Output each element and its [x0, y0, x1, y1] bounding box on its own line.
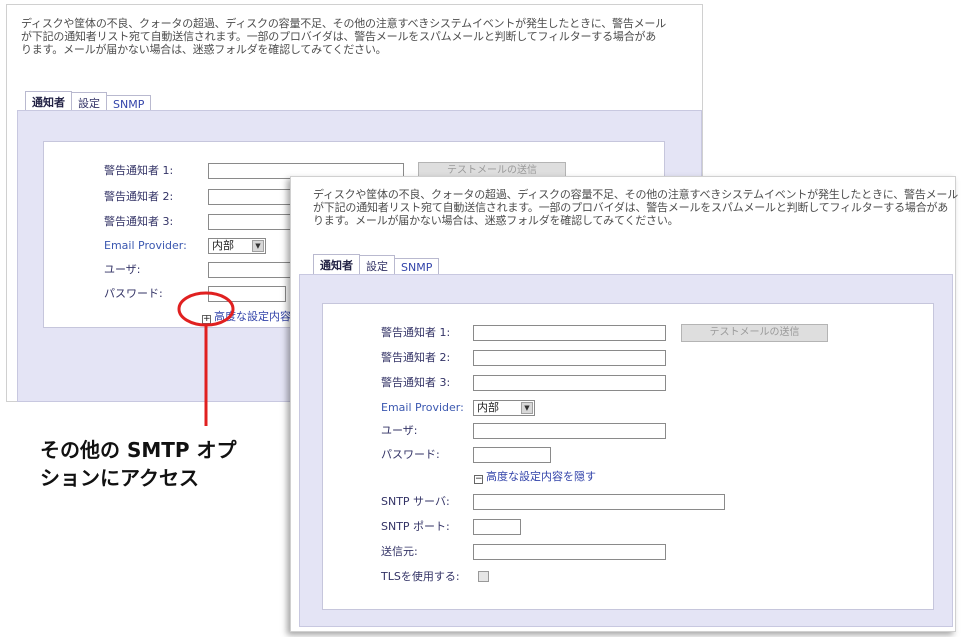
- notifier2-input[interactable]: [473, 350, 666, 366]
- notifier1-label: 警告通知者 1:: [104, 164, 174, 177]
- user-label: ユーザ:: [381, 424, 418, 437]
- user-label: ユーザ:: [104, 263, 141, 276]
- email-provider-label: Email Provider:: [104, 239, 187, 252]
- test-mail-button[interactable]: テストメールの送信: [681, 324, 828, 342]
- email-provider-label: Email Provider:: [381, 401, 464, 414]
- description-line: が下記の通知者リスト宛て自動送信されます。一部のプロバイダは、警告メールをスパム…: [21, 30, 657, 43]
- email-provider-select[interactable]: 内部 ▼: [208, 238, 266, 254]
- notifier3-label: 警告通知者 3:: [104, 215, 174, 228]
- notifier2-label: 警告通知者 2:: [104, 190, 174, 203]
- dropdown-arrow-icon: ▼: [521, 402, 533, 414]
- description-line: ります。メールが届かない場合は、迷惑フォルダを確認してみてください。: [21, 43, 387, 56]
- description-line: ります。メールが届かない場合は、迷惑フォルダを確認してみてください。: [313, 214, 679, 227]
- email-provider-value: 内部: [212, 239, 234, 252]
- notifier3-label: 警告通知者 3:: [381, 376, 451, 389]
- password-input[interactable]: [473, 447, 551, 463]
- description-text: ディスクや筐体の不良、クォータの超過、ディスクの容量不足、その他の注意すべきシス…: [21, 17, 666, 56]
- advanced-settings-toggle[interactable]: − 高度な設定内容を隠す: [474, 470, 596, 484]
- notifier3-input[interactable]: [473, 375, 666, 391]
- advanced-settings-toggle[interactable]: + 高度な設定内容: [202, 310, 291, 324]
- sender-input[interactable]: [473, 544, 666, 560]
- smtp-port-label: SNTP ポート:: [381, 520, 450, 533]
- front-screenshot: ディスクや筐体の不良、クォータの超過、ディスクの容量不足、その他の注意すべきシス…: [290, 176, 958, 632]
- callout-line: その他の SMTP オプ: [40, 438, 237, 462]
- smtp-server-input[interactable]: [473, 494, 725, 510]
- expand-plus-icon: +: [202, 314, 211, 324]
- smtp-port-input[interactable]: [473, 519, 521, 535]
- description-line: ディスクや筐体の不良、クォータの超過、ディスクの容量不足、その他の注意すべきシス…: [21, 17, 667, 30]
- tls-label: TLSを使用する:: [381, 570, 460, 583]
- password-label: パスワード:: [104, 287, 163, 300]
- callout-text: その他の SMTP オプ ションにアクセス: [40, 436, 237, 492]
- collapse-minus-icon: −: [474, 474, 483, 484]
- email-provider-select[interactable]: 内部 ▼: [473, 400, 535, 416]
- password-input[interactable]: [208, 286, 286, 302]
- form-area: 警告通知者 1: テストメールの送信 警告通知者 2: 警告通知者 3: Ema…: [322, 303, 934, 610]
- description-text: ディスクや筐体の不良、クォータの超過、ディスクの容量不足、その他の注意すべきシス…: [313, 188, 958, 227]
- smtp-server-label: SNTP サーバ:: [381, 495, 450, 508]
- tls-checkbox[interactable]: [478, 571, 489, 582]
- description-line: ディスクや筐体の不良、クォータの超過、ディスクの容量不足、その他の注意すべきシス…: [313, 188, 959, 201]
- dropdown-arrow-icon: ▼: [252, 240, 264, 252]
- email-provider-value: 内部: [477, 401, 499, 414]
- notifier2-label: 警告通知者 2:: [381, 351, 451, 364]
- notifier1-input[interactable]: [473, 325, 666, 341]
- password-label: パスワード:: [381, 448, 440, 461]
- sender-label: 送信元:: [381, 545, 418, 558]
- description-line: が下記の通知者リスト宛て自動送信されます。一部のプロバイダは、警告メールをスパム…: [313, 201, 949, 214]
- user-input[interactable]: [473, 423, 666, 439]
- notifier1-label: 警告通知者 1:: [381, 326, 451, 339]
- settings-panel: 警告通知者 1: テストメールの送信 警告通知者 2: 警告通知者 3: Ema…: [299, 274, 953, 627]
- advanced-settings-label: 高度な設定内容: [214, 310, 291, 323]
- advanced-settings-label: 高度な設定内容を隠す: [486, 470, 596, 483]
- callout-line: ションにアクセス: [40, 466, 199, 490]
